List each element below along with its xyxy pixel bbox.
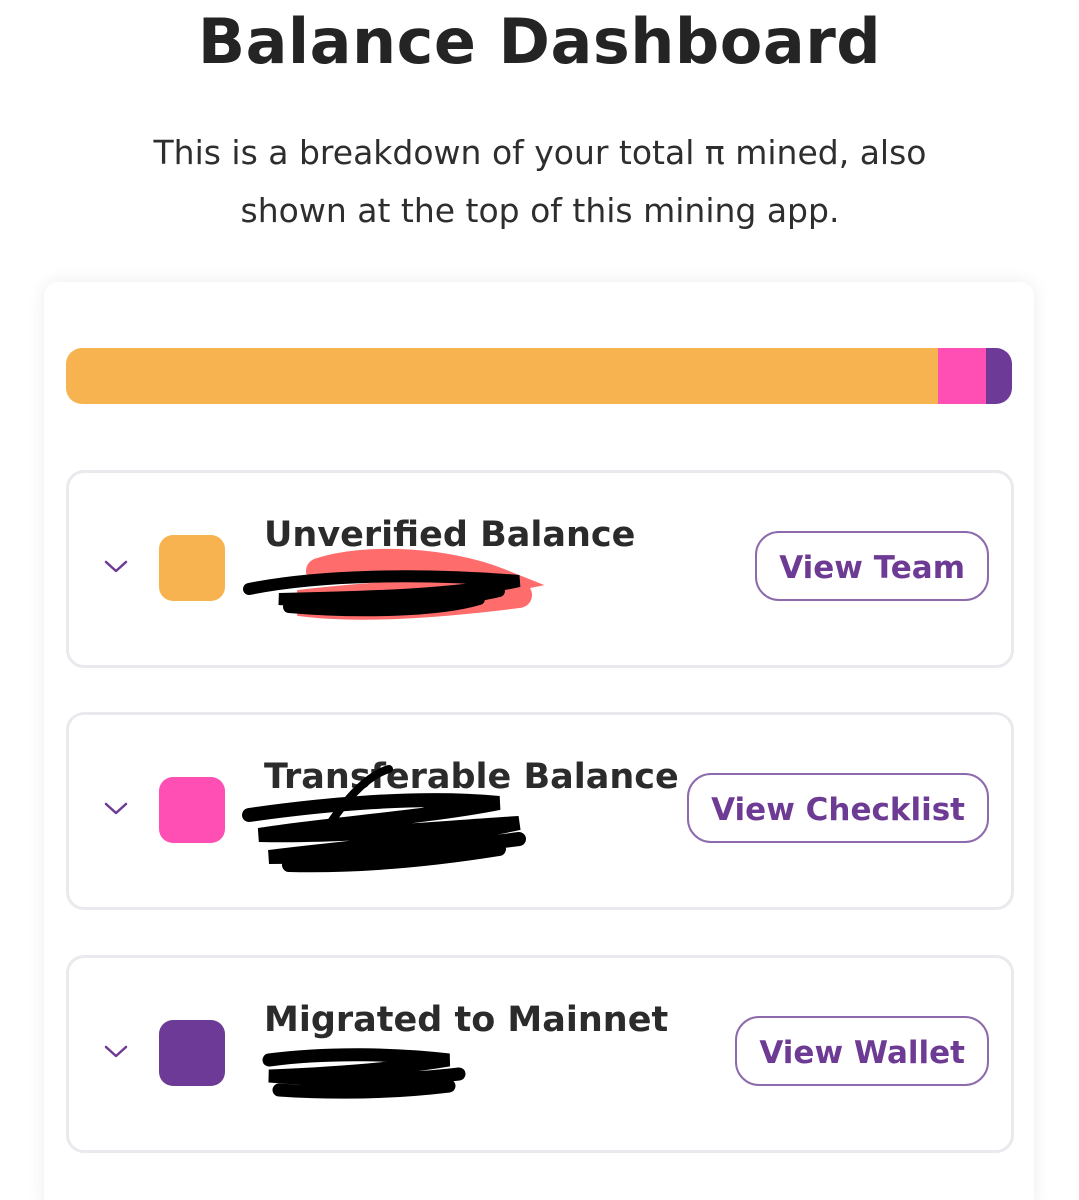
view-checklist-button[interactable]: View Checklist bbox=[687, 773, 989, 843]
redaction-scribble bbox=[243, 548, 545, 620]
redaction-scribble bbox=[242, 765, 526, 873]
unverified-color-swatch bbox=[159, 535, 225, 601]
balance-row-unverified[interactable]: Unverified Balance View Team bbox=[66, 470, 1014, 668]
migrated-color-swatch bbox=[159, 1020, 225, 1086]
bar-segment-transferable bbox=[938, 348, 986, 404]
balance-row-migrated[interactable]: Migrated to Mainnet View Wallet bbox=[66, 955, 1014, 1153]
page-subtitle: This is a breakdown of your total π mine… bbox=[153, 133, 927, 230]
migrated-to-mainnet-label: Migrated to Mainnet bbox=[264, 1000, 669, 1040]
page-title: Balance Dashboard bbox=[197, 5, 882, 78]
chevron-down-icon[interactable] bbox=[103, 553, 129, 579]
balance-dashboard-page: Balance Dashboard This is a breakdown of… bbox=[0, 0, 1079, 1200]
chevron-down-icon[interactable] bbox=[103, 1038, 129, 1064]
bar-segment-unverified bbox=[66, 348, 939, 404]
balance-breakdown-bar bbox=[66, 348, 1012, 404]
chevron-down-icon[interactable] bbox=[103, 795, 129, 821]
unverified-balance-label: Unverified Balance bbox=[264, 515, 636, 555]
view-team-button[interactable]: View Team bbox=[755, 531, 989, 601]
redaction-scribble bbox=[262, 1048, 466, 1099]
balance-card: Unverified Balance View Team Transferabl… bbox=[44, 282, 1034, 1200]
bar-segment-migrated bbox=[985, 348, 1012, 404]
balance-row-transferable[interactable]: Transferable Balance View Checklist bbox=[66, 712, 1014, 910]
view-wallet-button[interactable]: View Wallet bbox=[735, 1016, 989, 1086]
